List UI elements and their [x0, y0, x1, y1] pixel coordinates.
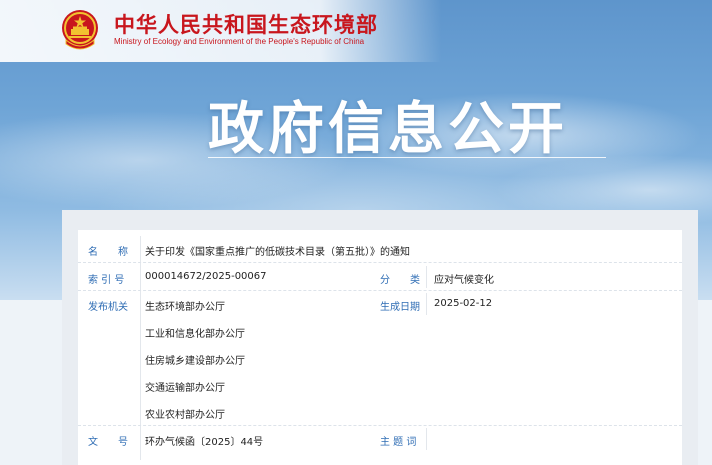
subject-label: 主 题 词 [380, 437, 417, 448]
issuer-value: 生态环境部办公厅 [145, 302, 225, 313]
document-number-label: 文 号 [88, 437, 128, 448]
document-info-table: 名 称 关于印发《国家重点推广的低碳技术目录（第五批）》的通知 索 引 号 00… [78, 230, 682, 465]
name-value: 关于印发《国家重点推广的低碳技术目录（第五批）》的通知 [145, 247, 410, 258]
date-value: 2025-02-12 [434, 298, 493, 309]
name-label: 名 称 [88, 247, 128, 258]
index-value: 000014672/2025-00067 [145, 271, 267, 282]
category-value: 应对气候变化 [434, 275, 494, 286]
site-name-chinese[interactable]: 中华人民共和国生态环境部 [114, 9, 378, 39]
issuer-value: 农业农村部办公厅 [145, 410, 225, 421]
row-divider [78, 262, 682, 263]
issuer-value: 工业和信息化部办公厅 [145, 329, 245, 340]
issuer-value: 交通运输部办公厅 [145, 383, 225, 394]
issuer-label: 发布机关 [88, 302, 128, 313]
column-divider [426, 293, 427, 315]
date-label: 生成日期 [380, 302, 420, 313]
document-number-value: 环办气候函〔2025〕44号 [145, 437, 264, 448]
row-divider [78, 425, 682, 426]
column-divider [426, 428, 427, 450]
column-divider [140, 236, 141, 460]
page-title: 政府信息公开 [208, 97, 568, 162]
column-divider [426, 266, 427, 288]
title-underline [208, 157, 606, 158]
issuer-value: 住房城乡建设部办公厅 [145, 356, 245, 367]
category-label: 分 类 [380, 275, 420, 286]
index-label: 索 引 号 [88, 275, 125, 286]
site-name-english: Ministry of Ecology and Environment of t… [114, 37, 365, 46]
national-emblem-logo[interactable] [60, 8, 100, 52]
row-divider [78, 290, 682, 291]
